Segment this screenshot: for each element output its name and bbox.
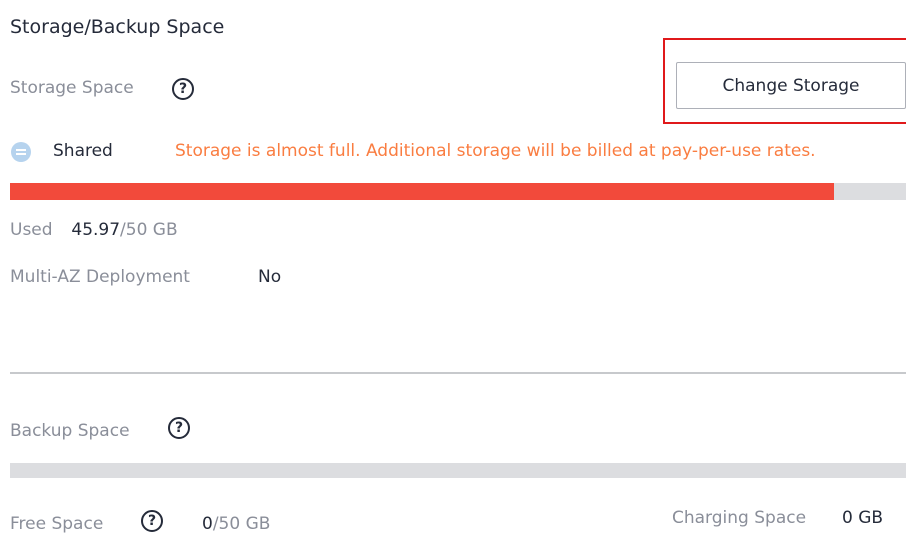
- storage-warning: Storage is almost full. Additional stora…: [175, 141, 816, 161]
- charging-space-label: Charging Space: [672, 508, 807, 528]
- used-total: /50 GB: [120, 220, 178, 240]
- storage-space-label: Storage Space: [10, 78, 134, 98]
- multi-az-value: No: [258, 267, 282, 287]
- change-storage-button[interactable]: Change Storage: [676, 62, 906, 109]
- used-value: 45.97: [71, 220, 121, 240]
- free-space-row: 0/50 GB: [202, 514, 270, 534]
- database-icon: [11, 142, 31, 162]
- backup-help-icon[interactable]: ?: [168, 417, 190, 439]
- storage-used-row: Used 45.97/50 GB: [10, 220, 178, 240]
- free-space-total: /50 GB: [212, 514, 271, 534]
- storage-usage-fill: [10, 183, 834, 200]
- section-divider: [10, 372, 906, 374]
- storage-help-icon[interactable]: ?: [172, 78, 194, 100]
- free-space-value: 0: [202, 514, 213, 534]
- free-space-help-icon[interactable]: ?: [141, 510, 163, 532]
- backup-usage-bar: [10, 463, 906, 478]
- storage-type-label: Shared: [53, 141, 113, 161]
- used-label: Used: [10, 220, 53, 240]
- section-title: Storage/Backup Space: [10, 16, 225, 38]
- multi-az-label: Multi-AZ Deployment: [10, 267, 190, 287]
- charging-space-value: 0 GB: [842, 508, 884, 528]
- storage-usage-bar: [10, 183, 906, 200]
- backup-space-label: Backup Space: [10, 421, 130, 441]
- free-space-label: Free Space: [10, 514, 104, 534]
